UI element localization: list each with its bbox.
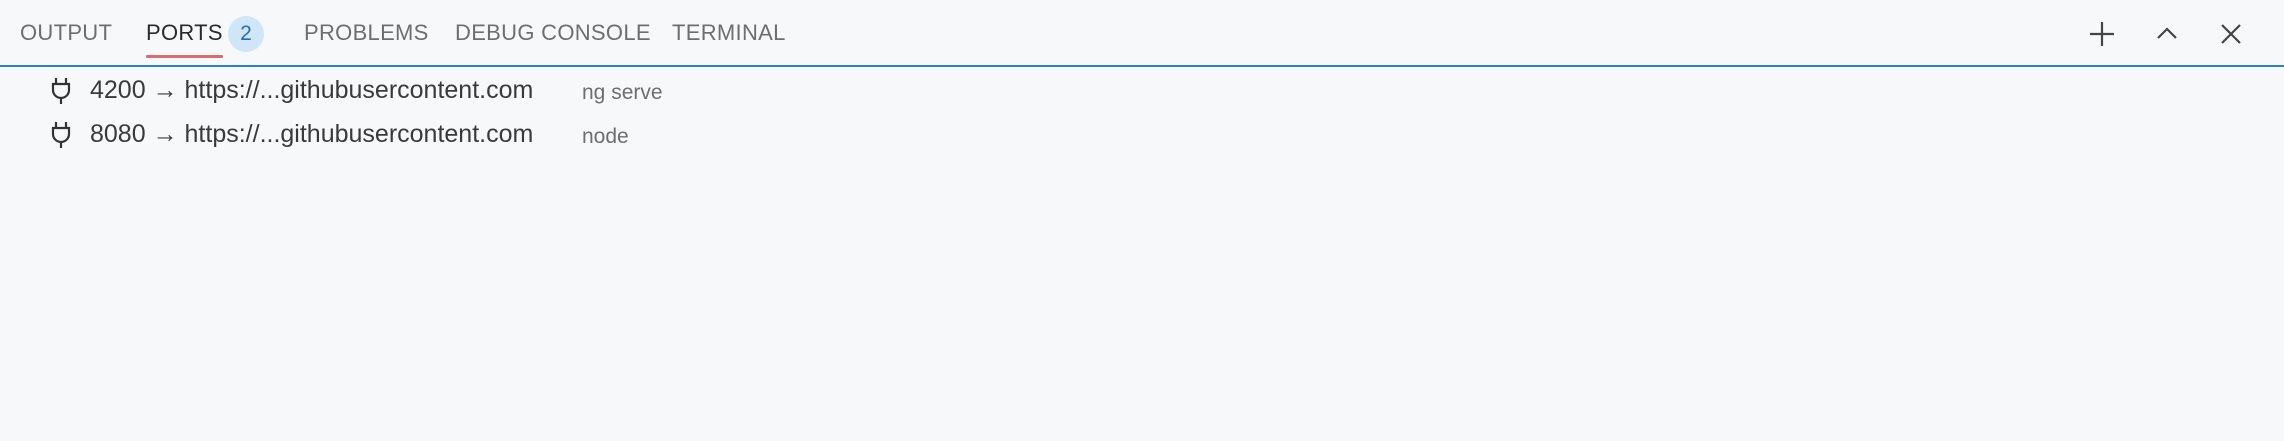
tab-debug-console[interactable]: DEBUG CONSOLE	[455, 20, 651, 56]
port-forward-label: 4200 → https://...githubusercontent.com	[90, 76, 533, 105]
forwarded-url[interactable]: https://...githubusercontent.com	[185, 120, 534, 148]
arrow-icon: →	[152, 76, 178, 104]
process-name: ng serve	[582, 81, 663, 104]
maximize-panel-button[interactable]	[2149, 16, 2185, 52]
plug-icon	[51, 122, 71, 148]
ports-panel: OUTPUT PORTS 2 PROBLEMS DEBUG CONSOLE TE…	[0, 0, 2284, 441]
port-number: 4200	[90, 76, 146, 104]
add-port-button[interactable]	[2084, 16, 2120, 52]
port-row[interactable]: 4200 → https://...githubusercontent.com …	[0, 70, 2284, 114]
ports-count-badge: 2	[228, 16, 264, 52]
port-number: 8080	[90, 120, 146, 148]
close-icon	[2221, 24, 2241, 44]
tab-terminal[interactable]: TERMINAL	[672, 20, 786, 56]
tab-output[interactable]: OUTPUT	[20, 20, 112, 56]
close-panel-button[interactable]	[2213, 16, 2249, 52]
plus-icon	[2090, 22, 2114, 46]
port-forward-label: 8080 → https://...githubusercontent.com	[90, 120, 533, 149]
plug-icon	[51, 78, 71, 104]
forwarded-url[interactable]: https://...githubusercontent.com	[185, 76, 534, 104]
chevron-up-icon	[2157, 27, 2177, 39]
tab-problems[interactable]: PROBLEMS	[304, 20, 429, 56]
process-name: node	[582, 125, 629, 148]
port-row[interactable]: 8080 → https://...githubusercontent.com …	[0, 114, 2284, 158]
arrow-icon: →	[152, 120, 178, 148]
panel-tab-bar: OUTPUT PORTS 2 PROBLEMS DEBUG CONSOLE TE…	[0, 0, 2284, 67]
tab-ports[interactable]: PORTS	[146, 20, 223, 58]
